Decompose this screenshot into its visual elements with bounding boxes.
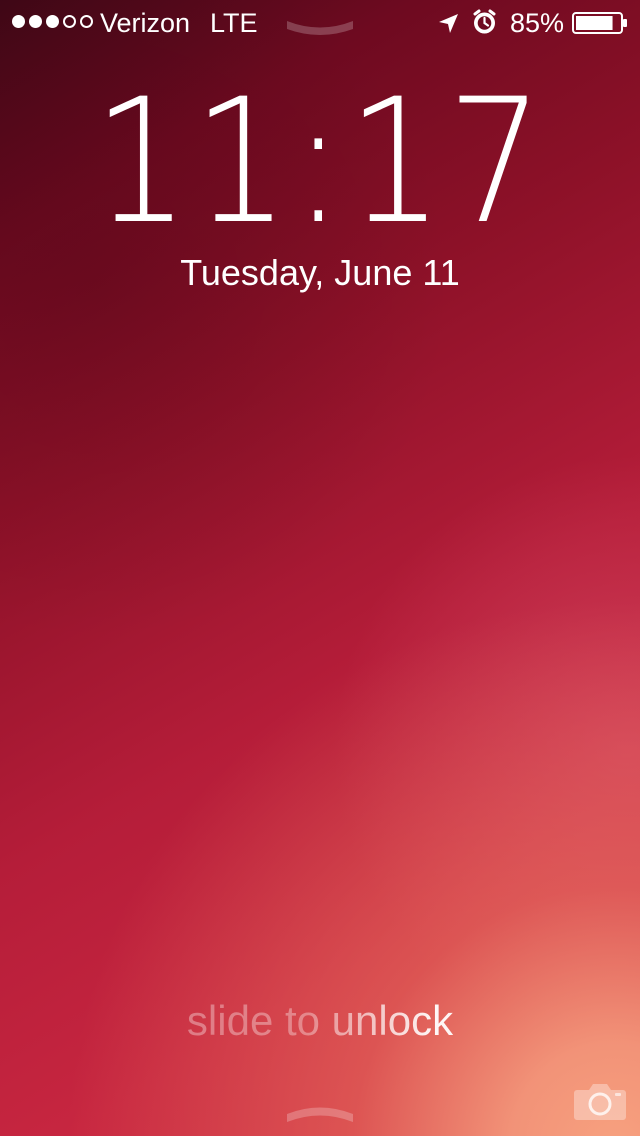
carrier-name: Verizon	[100, 8, 191, 38]
signal-strength-indicator	[12, 15, 93, 28]
alarm-clock-icon	[473, 9, 496, 34]
lock-screen-time: 11:17	[93, 61, 547, 262]
location-arrow-icon	[439, 14, 458, 33]
signal-dot-1	[12, 15, 25, 28]
signal-dot-3	[46, 15, 59, 28]
signal-dot-5	[80, 15, 93, 28]
network-type: LTE	[210, 8, 258, 38]
control-center-handle[interactable]	[283, 1097, 357, 1123]
lock-screen-date: Tuesday, June 11	[180, 252, 460, 293]
slide-to-unlock-text[interactable]: slide to unlock	[0, 996, 640, 1046]
notification-center-handle[interactable]	[283, 12, 357, 38]
battery-percentage: 85%	[510, 8, 565, 38]
signal-dot-4	[63, 15, 76, 28]
status-bar: Verizon LTE 85%	[0, 0, 640, 44]
battery-icon	[572, 12, 627, 34]
camera-icon[interactable]	[572, 1080, 628, 1122]
lock-screen: Verizon LTE 85% 11:17 Tuesday, June 11 s…	[0, 0, 640, 1136]
signal-dot-2	[29, 15, 42, 28]
